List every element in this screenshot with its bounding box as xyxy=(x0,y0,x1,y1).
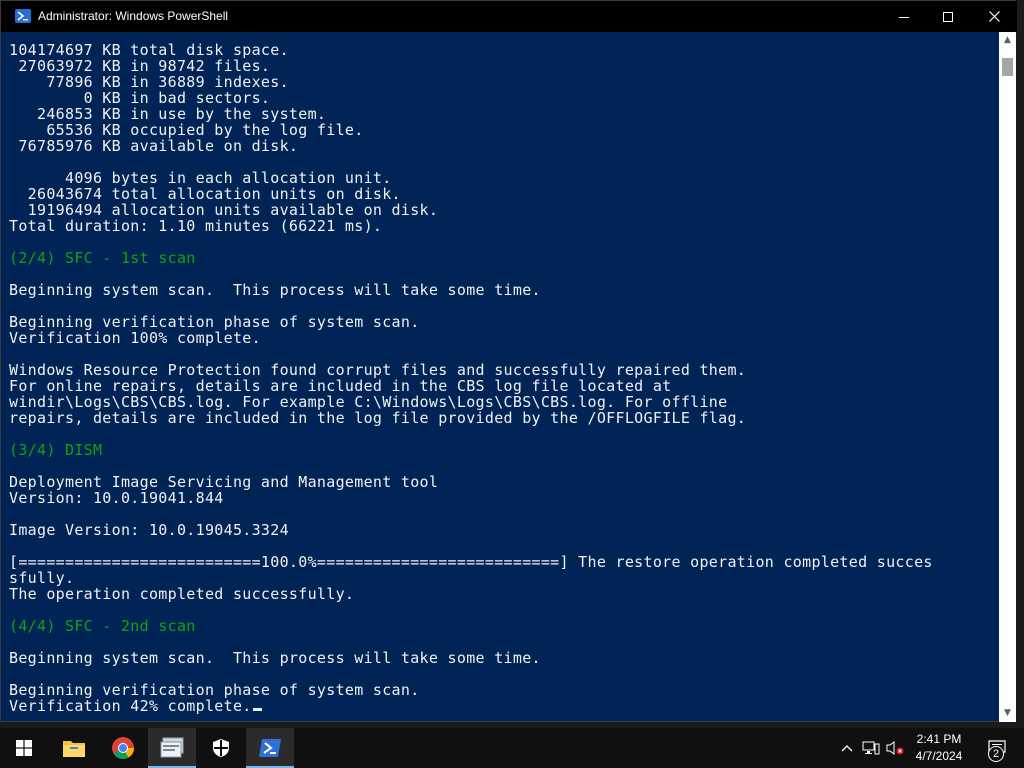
console-line: Beginning system scan. This process will… xyxy=(9,649,541,667)
vertical-scrollbar[interactable]: ▲ ▼ xyxy=(999,32,1016,722)
notification-count: 2 xyxy=(992,748,1000,760)
scroll-down-arrow-icon[interactable]: ▼ xyxy=(999,705,1016,722)
console-line: (3/4) DISM xyxy=(9,441,103,459)
console-line: 76785976 KB available on disk. xyxy=(9,137,299,155)
console-line: Version: 10.0.19041.844 xyxy=(9,489,224,507)
console-line: 77896 KB in 36889 indexes. xyxy=(9,73,289,91)
console-line: 0 KB in bad sectors. xyxy=(9,89,271,107)
minimize-icon xyxy=(899,16,909,18)
console-line: Deployment Image Servicing and Managemen… xyxy=(9,473,439,491)
chrome-icon xyxy=(112,737,134,759)
notification-count-badge: 2 xyxy=(988,746,1004,762)
maximize-button[interactable] xyxy=(925,1,971,32)
shield-icon xyxy=(213,739,229,757)
console-line: windir\Logs\CBS\CBS.log. For example C:\… xyxy=(9,393,728,411)
console-line: Windows Resource Protection found corrup… xyxy=(9,361,747,379)
scroll-up-arrow-icon[interactable]: ▲ xyxy=(999,32,1016,49)
volume-muted-icon xyxy=(886,741,904,755)
maximize-icon xyxy=(943,11,953,22)
console-line: repairs, details are included in the log… xyxy=(9,409,747,427)
console-line: 104174697 KB total disk space. xyxy=(9,42,289,59)
taskbar-clock[interactable]: 2:41 PM 4/7/2024 xyxy=(908,731,970,765)
console-output[interactable]: 104174697 KB total disk space. 27063972 … xyxy=(9,42,999,722)
window-title: Administrator: Windows PowerShell xyxy=(38,9,229,23)
console-line: 27063972 KB in 98742 files. xyxy=(9,57,271,75)
console-line: Verification 42% complete. xyxy=(9,698,999,714)
taskbar-powershell[interactable] xyxy=(246,728,294,768)
console-line: Beginning verification phase of system s… xyxy=(9,681,420,699)
console-line: (4/4) SFC - 2nd scan xyxy=(9,617,196,635)
close-icon xyxy=(988,11,1000,22)
console-line: 246853 KB in use by the system. xyxy=(9,105,327,123)
console-line: sfully. xyxy=(9,569,75,587)
powershell-icon xyxy=(15,9,31,23)
taskbar-file-explorer[interactable] xyxy=(50,728,98,768)
console-line: For online repairs, details are included… xyxy=(9,377,672,395)
title-bar[interactable]: Administrator: Windows PowerShell xyxy=(1,1,1017,32)
taskbar: 2:41 PM 4/7/2024 xyxy=(0,728,1024,768)
show-hidden-icons-button[interactable] xyxy=(836,728,858,768)
minimize-button[interactable] xyxy=(881,1,927,32)
console-line: Image Version: 10.0.19045.3324 xyxy=(9,521,289,539)
taskbar-chrome[interactable] xyxy=(99,728,147,768)
close-button[interactable] xyxy=(971,1,1017,32)
start-button[interactable] xyxy=(0,728,48,768)
taskbar-windows-security[interactable] xyxy=(197,728,245,768)
network-tray-button[interactable] xyxy=(860,728,882,768)
console-line: Beginning system scan. This process will… xyxy=(9,281,541,299)
app-window-icon xyxy=(160,737,184,758)
powershell-window: Administrator: Windows PowerShell 104174… xyxy=(0,0,1017,722)
console-line: 19196494 allocation units available on d… xyxy=(9,201,439,219)
powershell-icon xyxy=(259,739,281,757)
windows-logo-icon xyxy=(16,740,32,756)
taskbar-app-window[interactable] xyxy=(148,728,196,768)
network-icon xyxy=(862,741,880,755)
console-line: Total duration: 1.10 minutes (66221 ms). xyxy=(9,217,383,235)
console-line: Beginning verification phase of system s… xyxy=(9,313,420,331)
text-cursor xyxy=(252,708,262,711)
scroll-thumb[interactable] xyxy=(1002,58,1013,76)
clock-time: 2:41 PM xyxy=(916,732,962,746)
console-line: The operation completed successfully. xyxy=(9,585,355,603)
chevron-up-icon xyxy=(841,745,853,752)
clock-date: 4/7/2024 xyxy=(915,749,963,763)
console-line: (2/4) SFC - 1st scan xyxy=(9,249,196,267)
console-line: 4096 bytes in each allocation unit. xyxy=(9,169,392,187)
console-line: 65536 KB occupied by the log file. xyxy=(9,121,364,139)
volume-tray-button[interactable] xyxy=(884,728,906,768)
folder-icon xyxy=(63,741,85,757)
console-line: 26043674 total allocation units on disk. xyxy=(9,185,401,203)
console-line: Verification 100% complete. xyxy=(9,329,261,347)
console-line: [==========================100.0%=======… xyxy=(9,553,933,571)
